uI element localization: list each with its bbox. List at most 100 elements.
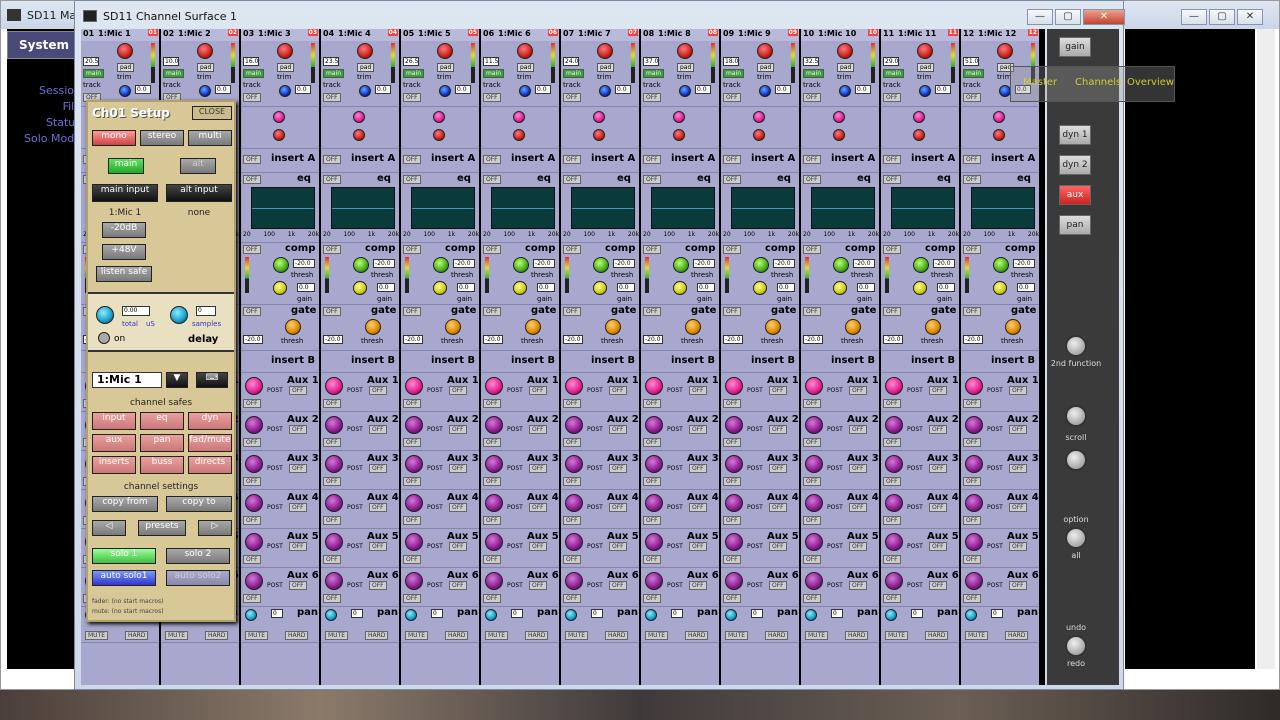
gate-thresh-value[interactable]: -20.0 <box>483 335 503 344</box>
mute-button[interactable]: MUTE <box>165 631 189 640</box>
main-input-button[interactable]: main <box>883 69 904 78</box>
insert-b-label[interactable]: insert B <box>511 355 555 366</box>
hard-mute-button[interactable]: HARD <box>205 631 229 640</box>
aux-on-off-button[interactable]: OFF <box>483 399 501 408</box>
hard-mute-button[interactable]: HARD <box>1005 631 1029 640</box>
trim-value[interactable]: 0.0 <box>775 85 791 94</box>
gate-label[interactable]: gate <box>531 305 556 316</box>
aux-send-knob[interactable] <box>645 572 663 590</box>
close-setup-button[interactable]: CLOSE <box>192 106 232 120</box>
bg-minimize-button[interactable]: — <box>1181 9 1207 25</box>
aux-off-button[interactable]: OFF <box>369 542 387 551</box>
gate-thresh-knob[interactable] <box>845 319 861 335</box>
aux-on-off-button[interactable]: OFF <box>323 438 341 447</box>
pan-value[interactable]: 0 <box>591 609 603 618</box>
aux-on-off-button[interactable]: OFF <box>643 438 661 447</box>
eq-graph[interactable] <box>331 187 395 229</box>
main-input-button[interactable]: main <box>83 69 104 78</box>
gate-off-button[interactable]: OFF <box>323 307 341 316</box>
aux-send-knob[interactable] <box>645 416 663 434</box>
aux-send-knob[interactable] <box>565 455 583 473</box>
eq-label[interactable]: eq <box>297 173 311 184</box>
aux-off-button[interactable]: OFF <box>289 542 307 551</box>
comp-label[interactable]: comp <box>925 243 955 254</box>
trim-knob[interactable] <box>679 85 691 97</box>
hard-mute-button[interactable]: HARD <box>525 631 549 640</box>
pan-knob[interactable] <box>805 609 817 621</box>
insert-a-off-button[interactable]: OFF <box>483 155 501 164</box>
comp-off-button[interactable]: OFF <box>483 245 501 254</box>
gain-knob[interactable] <box>357 43 373 59</box>
gate-label[interactable]: gate <box>291 305 316 316</box>
eq-graph[interactable] <box>411 187 475 229</box>
main-select-button[interactable]: main <box>108 158 144 174</box>
comp-thresh-value[interactable]: -20.0 <box>373 259 395 268</box>
main-input-button[interactable]: main <box>403 69 424 78</box>
gain-knob[interactable] <box>837 43 853 59</box>
lpf-knob[interactable] <box>993 129 1005 141</box>
gate-off-button[interactable]: OFF <box>723 307 741 316</box>
eq-off-button[interactable]: OFF <box>563 175 581 184</box>
aux-off-button[interactable]: OFF <box>609 503 627 512</box>
aux-on-off-button[interactable]: OFF <box>483 555 501 564</box>
comp-label[interactable]: comp <box>605 243 635 254</box>
stereo-button[interactable]: stereo <box>140 130 184 146</box>
keyboard-icon[interactable]: ⌨ <box>196 372 228 388</box>
aux-send-knob[interactable] <box>405 416 423 434</box>
eq-graph[interactable] <box>491 187 555 229</box>
comp-off-button[interactable]: OFF <box>323 245 341 254</box>
aux-off-button[interactable]: OFF <box>769 464 787 473</box>
bg-scrollbar[interactable] <box>1257 29 1275 669</box>
trim-knob[interactable] <box>359 85 371 97</box>
aux-send-knob[interactable] <box>965 455 983 473</box>
listen-safe-button[interactable]: listen safe <box>96 266 152 282</box>
aux-off-button[interactable]: OFF <box>449 542 467 551</box>
trim-knob[interactable] <box>839 85 851 97</box>
hpf-knob[interactable] <box>513 111 525 123</box>
track-off-button[interactable]: OFF <box>883 93 901 102</box>
hpf-knob[interactable] <box>273 111 285 123</box>
hard-mute-button[interactable]: HARD <box>445 631 469 640</box>
track-off-button[interactable]: OFF <box>723 93 741 102</box>
aux-off-button[interactable]: OFF <box>849 542 867 551</box>
gain-value[interactable]: 18.0 <box>723 57 739 66</box>
comp-thresh-value[interactable]: -20.0 <box>1013 259 1035 268</box>
comp-gain-value[interactable]: 0.0 <box>857 283 875 292</box>
pan-knob[interactable] <box>325 609 337 621</box>
hpf-knob[interactable] <box>593 111 605 123</box>
gain-value[interactable]: 11.5 <box>483 57 499 66</box>
comp-gain-knob[interactable] <box>353 281 367 295</box>
aux-off-button[interactable]: OFF <box>449 386 467 395</box>
safe-eq-button[interactable]: eq <box>140 412 184 430</box>
comp-thresh-value[interactable]: -20.0 <box>773 259 795 268</box>
aux-send-knob[interactable] <box>805 494 823 512</box>
insert-b-label[interactable]: insert B <box>351 355 395 366</box>
hard-mute-button[interactable]: HARD <box>685 631 709 640</box>
comp-gain-value[interactable]: 0.0 <box>377 283 395 292</box>
safe-input-button[interactable]: input <box>92 412 136 430</box>
trim-knob[interactable] <box>119 85 131 97</box>
insert-b-label[interactable]: insert B <box>911 355 955 366</box>
aux-send-knob[interactable] <box>645 377 663 395</box>
aux-on-off-button[interactable]: OFF <box>403 555 421 564</box>
main-input-button[interactable]: main <box>963 69 984 78</box>
trim-value[interactable]: 0.0 <box>855 85 871 94</box>
insert-b-label[interactable]: insert B <box>991 355 1035 366</box>
aux-send-knob[interactable] <box>485 416 503 434</box>
comp-thresh-value[interactable]: -20.0 <box>613 259 635 268</box>
aux-send-knob[interactable] <box>245 572 263 590</box>
aux-send-knob[interactable] <box>805 572 823 590</box>
aux-on-off-button[interactable]: OFF <box>803 438 821 447</box>
comp-gain-knob[interactable] <box>673 281 687 295</box>
gain-value[interactable]: 24.0 <box>563 57 579 66</box>
aux-on-off-button[interactable]: OFF <box>563 594 581 603</box>
eq-off-button[interactable]: OFF <box>323 175 341 184</box>
aux-off-button[interactable]: OFF <box>769 503 787 512</box>
eq-label[interactable]: eq <box>537 173 551 184</box>
overview-view-button[interactable]: Overview <box>1127 77 1174 88</box>
aux-off-button[interactable]: OFF <box>849 386 867 395</box>
aux-off-button[interactable]: OFF <box>609 464 627 473</box>
aux-send-knob[interactable] <box>325 572 343 590</box>
gate-off-button[interactable]: OFF <box>643 307 661 316</box>
comp-thresh-knob[interactable] <box>753 257 769 273</box>
